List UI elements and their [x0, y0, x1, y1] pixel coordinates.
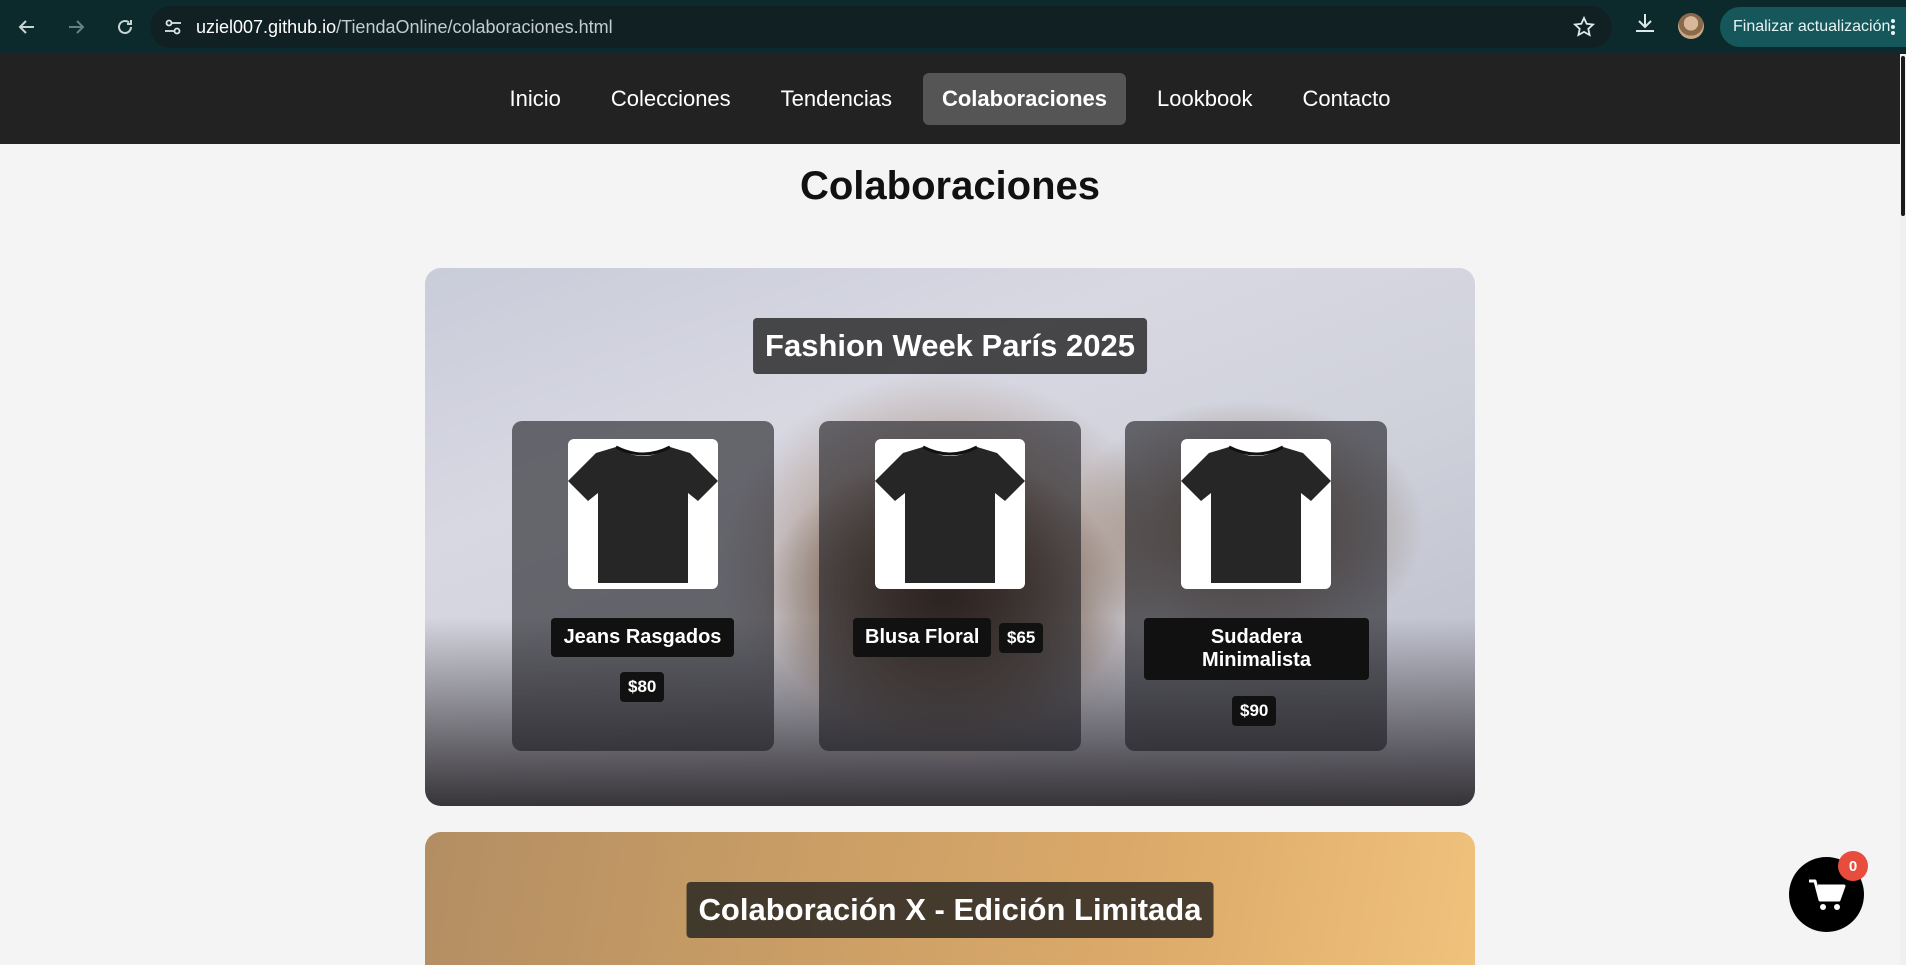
forward-button[interactable] — [54, 5, 98, 49]
reload-icon — [118, 19, 132, 34]
collaboration-title: Fashion Week París 2025 — [753, 318, 1147, 374]
nav-item-colecciones[interactable]: Colecciones — [592, 73, 750, 125]
url-host: uziel007.github.io — [196, 16, 337, 37]
nav-item-inicio[interactable]: Inicio — [490, 73, 579, 125]
collaboration-section: Colaboración X - Edición Limitada — [425, 832, 1475, 965]
site-nav: Inicio Colecciones Tendencias Colaboraci… — [0, 54, 1900, 144]
forward-icon — [69, 20, 85, 34]
product-name: Blusa Floral — [853, 618, 992, 657]
cart-icon — [1808, 879, 1845, 910]
product-price: $80 — [620, 672, 665, 702]
browser-toolbar: uziel007.github.io/TiendaOnline/colabora… — [0, 0, 1906, 54]
product-image[interactable] — [568, 439, 718, 589]
nav-item-colaboraciones[interactable]: Colaboraciones — [922, 73, 1127, 125]
nav-item-tendencias[interactable]: Tendencias — [762, 73, 911, 125]
product-price: $90 — [1232, 696, 1277, 726]
nav-item-lookbook[interactable]: Lookbook — [1138, 73, 1271, 125]
url-text: uziel007.github.io/TiendaOnline/colabora… — [196, 17, 613, 38]
downloads-button[interactable] — [1632, 10, 1658, 41]
site-info-button[interactable] — [152, 6, 194, 48]
product-image[interactable] — [1181, 439, 1331, 589]
product-card[interactable]: Blusa Floral $65 — [819, 421, 1081, 751]
kebab-icon — [1891, 19, 1895, 35]
nav-item-contacto[interactable]: Contacto — [1283, 73, 1409, 125]
product-name: Sudadera Minimalista — [1144, 618, 1369, 680]
collaboration-title: Colaboración X - Edición Limitada — [686, 882, 1214, 938]
product-card[interactable]: Sudadera Minimalista $90 — [1125, 421, 1387, 751]
tshirt-icon — [568, 445, 718, 583]
bookmark-button[interactable] — [1572, 15, 1596, 44]
update-button[interactable]: Finalizar actualización — [1720, 7, 1906, 47]
download-icon — [1636, 14, 1654, 32]
product-image[interactable] — [875, 439, 1025, 589]
cart-count-badge: 0 — [1838, 851, 1868, 881]
reload-button[interactable] — [103, 5, 147, 49]
product-price: $65 — [999, 623, 1044, 653]
address-bar[interactable]: uziel007.github.io/TiendaOnline/colabora… — [150, 6, 1612, 48]
page-title: Colaboraciones — [799, 164, 1101, 208]
scrollbar-thumb[interactable] — [1901, 56, 1905, 216]
update-label: Finalizar actualización — [1733, 18, 1891, 35]
collaboration-section: Fashion Week París 2025 Jeans Rasgados $… — [425, 268, 1475, 806]
tshirt-icon — [875, 445, 1025, 583]
product-card[interactable]: Jeans Rasgados $80 — [512, 421, 774, 751]
product-name: Jeans Rasgados — [551, 618, 734, 657]
url-path: /TiendaOnline/colaboraciones.html — [336, 16, 613, 37]
back-button[interactable] — [5, 5, 49, 49]
profile-avatar[interactable] — [1678, 13, 1704, 39]
site-info-icon — [165, 19, 181, 35]
star-icon — [1572, 15, 1596, 37]
back-icon — [18, 20, 34, 34]
tshirt-icon — [1181, 445, 1331, 583]
